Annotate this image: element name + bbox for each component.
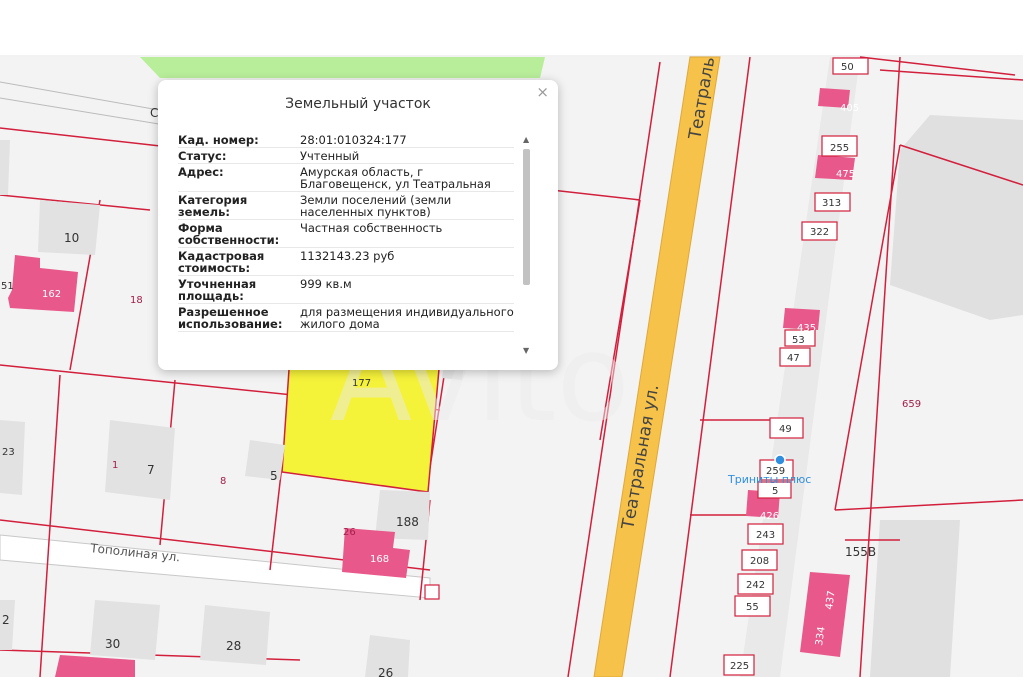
parcel-label-405: 405 (840, 103, 859, 114)
scroll-up-arrow-icon[interactable]: ▲ (523, 135, 529, 144)
parcel-label-51: 51 (1, 281, 14, 292)
info-row: Разрешенное использование: для размещени… (178, 304, 514, 332)
parcel-label-243: 243 (756, 530, 775, 541)
parcel-label-475: 475 (836, 169, 855, 180)
parcel-label-10: 10 (64, 231, 79, 245)
parcel-label-426: 426 (760, 511, 779, 522)
parcel-label-322: 322 (810, 227, 829, 238)
parcel-label-259: 259 (766, 466, 785, 477)
parcel-label-2: 2 (2, 613, 10, 627)
info-row: Уточненная площадь: 999 кв.м (178, 276, 514, 304)
info-row: Форма собственности: Частная собственнос… (178, 220, 514, 248)
parcel-label-5b: 5 (772, 486, 778, 497)
parcel-label-162: 162 (42, 289, 61, 300)
parcel-label-255: 255 (830, 143, 849, 154)
info-key: Кадастровая стоимость: (178, 249, 265, 275)
parcel-label-5: 5 (270, 469, 278, 483)
parcel-label-168: 168 (370, 554, 389, 565)
parcel-label-23: 23 (2, 447, 15, 458)
location-pin-icon (774, 454, 786, 466)
parcel-label-659: 659 (902, 399, 921, 410)
info-key: Кад. номер: (178, 133, 259, 147)
parcel-label-155v: 155В (845, 545, 876, 559)
parcel-label-8: 8 (220, 476, 226, 487)
building-10 (38, 200, 100, 255)
parcel-label-18: 18 (130, 295, 143, 306)
parcel-label-26: 26 (343, 527, 356, 538)
building-30 (90, 600, 160, 660)
info-row: Статус: Учтенный (178, 148, 514, 164)
popup-info-table: Кад. номер: 28:01:010324:177 Статус: Учт… (178, 132, 514, 354)
scroll-down-arrow-icon[interactable]: ▼ (523, 346, 529, 355)
info-value: Учтенный (300, 149, 360, 163)
parcel-label-225: 225 (730, 661, 749, 672)
building-28 (200, 605, 270, 665)
info-value: Амурская область, г Благовещенск, ул Теа… (300, 165, 491, 191)
building-5 (245, 440, 285, 480)
parcel-label-49: 49 (779, 424, 792, 435)
parcel-label-28: 28 (226, 639, 241, 653)
parcel-label-313: 313 (822, 198, 841, 209)
parcel-info-popup: Земельный участок × Кад. номер: 28:01:01… (158, 80, 558, 370)
parcel-label-47: 47 (787, 353, 800, 364)
info-key: Уточненная площадь: (178, 277, 257, 303)
info-key: Разрешенное использование: (178, 305, 283, 331)
parcel-label-53: 53 (792, 335, 805, 346)
parcel-label-188: 188 (396, 515, 419, 529)
parcel-label-50: 50 (841, 62, 854, 73)
info-row: Кад. номер: 28:01:010324:177 (178, 132, 514, 148)
info-key: Адрес: (178, 165, 224, 179)
info-value: Частная собственность (300, 221, 443, 235)
info-value: 1132143.23 руб (300, 249, 395, 263)
parcel-label-242: 242 (746, 580, 765, 591)
info-value: 999 кв.м (300, 277, 352, 291)
parcel-box-small (424, 584, 440, 600)
parcel-label-30: 30 (105, 637, 120, 651)
scroll-thumb[interactable] (523, 149, 530, 285)
info-row: Кадастровая стоимость: 1132143.23 руб (178, 248, 514, 276)
info-value: 28:01:010324:177 (300, 133, 407, 147)
info-value: Земли поселений (земли населенных пункто… (300, 193, 452, 219)
parcel-label-208: 208 (750, 556, 769, 567)
parcel-label-177: 177 (352, 378, 371, 389)
parcel-label-435: 435 (797, 323, 816, 334)
info-row: Категория земель: Земли поселений (земли… (178, 192, 514, 220)
parcel-label-26b: 26 (378, 666, 393, 677)
info-key: Категория земель: (178, 193, 248, 219)
info-row: Адрес: Амурская область, г Благовещенск,… (178, 164, 514, 192)
park-area (140, 57, 545, 78)
parcel-label-1: 1 (112, 460, 118, 471)
close-icon[interactable]: × (536, 84, 549, 100)
parcel-label-7: 7 (147, 463, 155, 477)
popup-title: Земельный участок (285, 96, 431, 112)
info-key: Форма собственности: (178, 221, 280, 247)
popup-scrollbar[interactable]: ▲ ▼ (521, 135, 533, 355)
info-value: для размещения индивидуального жилого до… (300, 305, 514, 331)
parcel-label-55: 55 (746, 602, 759, 613)
info-key: Статус: (178, 149, 227, 163)
building-large-right (890, 115, 1023, 320)
building-155v (870, 520, 960, 677)
